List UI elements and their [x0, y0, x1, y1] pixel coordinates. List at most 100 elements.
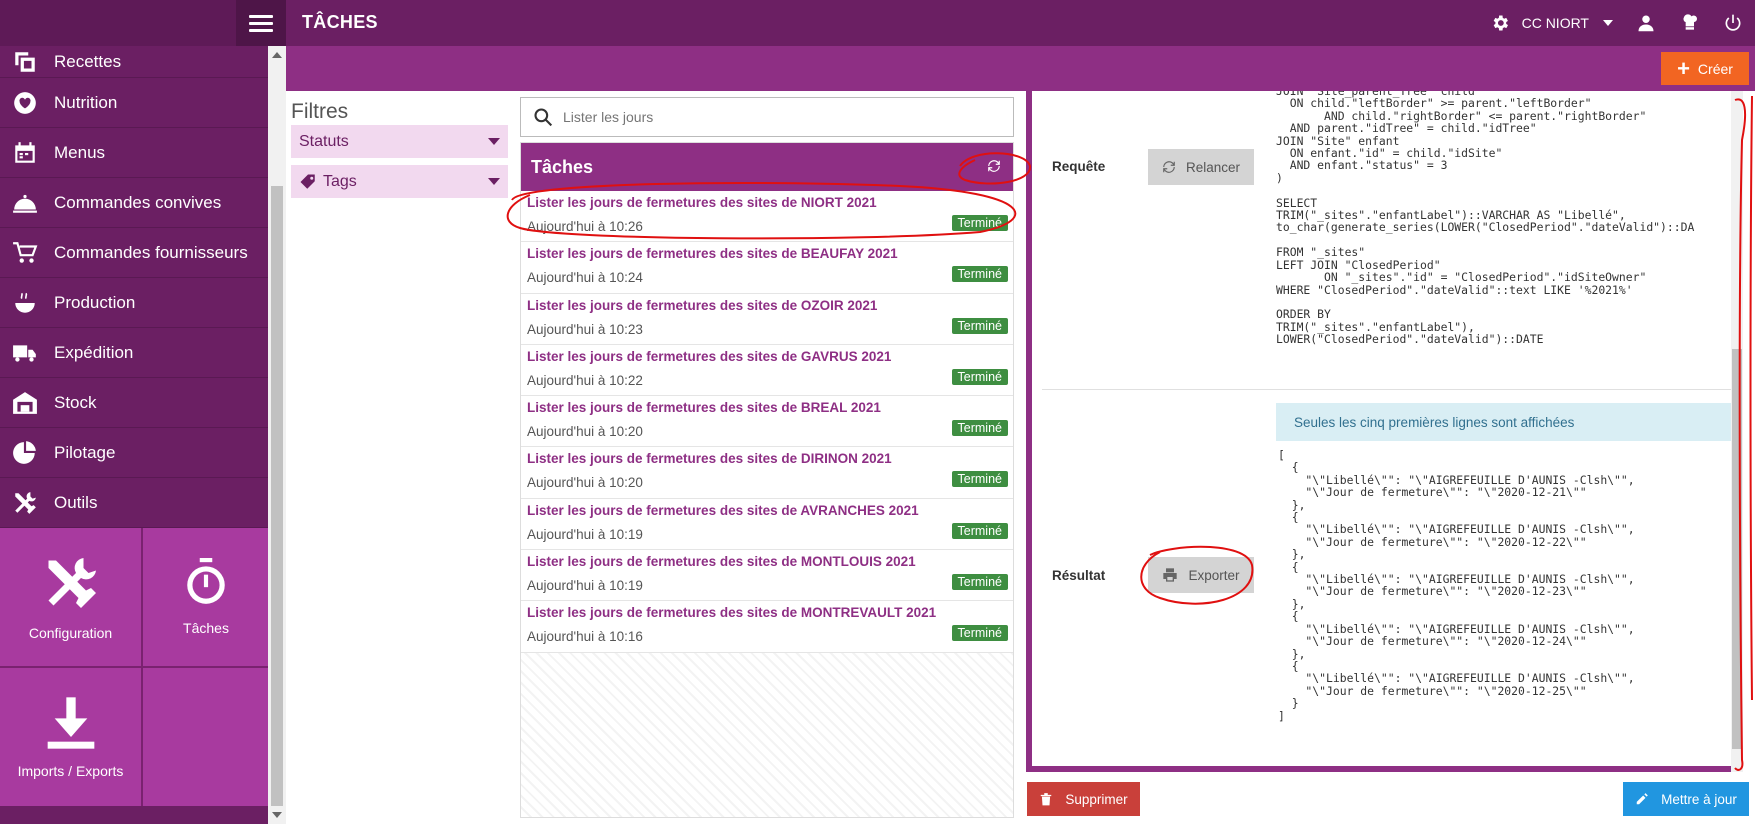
- task-time: Aujourd'hui à 10:24: [527, 270, 643, 286]
- scrollbar-thumb[interactable]: [1732, 349, 1742, 749]
- refresh-button[interactable]: [987, 157, 1001, 178]
- plus-icon: +: [1677, 55, 1690, 81]
- status-filter-select[interactable]: Statuts: [291, 125, 508, 158]
- tasks-header-label: Tâches: [531, 156, 594, 177]
- sidebar-item-menus[interactable]: Menus: [0, 128, 268, 178]
- logout-button[interactable]: [1711, 13, 1755, 33]
- tools-icon: [10, 488, 40, 518]
- result-label: Résultat: [1052, 568, 1106, 583]
- sidebar-item-label: Menus: [54, 142, 106, 162]
- task-row[interactable]: Lister les jours de fermetures des sites…: [521, 447, 1013, 499]
- sidebar-scrollbar[interactable]: [268, 46, 286, 824]
- hamburger-menu-button[interactable]: [236, 0, 286, 46]
- filters-panel: Filtres Statuts Tags: [291, 100, 508, 205]
- relaunch-button[interactable]: Relancer: [1148, 149, 1254, 185]
- task-title: Lister les jours de fermetures des sites…: [527, 502, 919, 518]
- task-row[interactable]: Lister les jours de fermetures des sites…: [521, 498, 1013, 551]
- scroll-up-icon[interactable]: [272, 52, 282, 58]
- task-time: Aujourd'hui à 10:19: [527, 578, 643, 594]
- task-title: Lister les jours de fermetures des sites…: [527, 297, 878, 313]
- status-badge: Terminé: [951, 522, 1008, 539]
- sidebar-item-label: Commandes convives: [54, 192, 222, 212]
- filters-title: Filtres: [291, 100, 349, 123]
- detail-scrollbar[interactable]: [1731, 91, 1743, 772]
- page-title: TÂCHES: [302, 12, 378, 32]
- sidebar-item-recettes[interactable]: Recettes: [0, 46, 268, 78]
- stopwatch-icon: [187, 558, 225, 604]
- tile-label: Tâches: [183, 620, 229, 636]
- tasks-header: Tâches: [521, 143, 1013, 191]
- nutrition-icon: [10, 88, 40, 118]
- search-input[interactable]: [563, 109, 983, 125]
- task-title: Lister les jours de fermetures des sites…: [527, 246, 898, 262]
- info-alert: Seules les cinq premières lignes sont af…: [1276, 403, 1732, 441]
- truck-icon: [10, 338, 40, 368]
- power-icon: [1725, 14, 1741, 31]
- top-right-controls: CC NIORT: [1478, 0, 1755, 46]
- status-badge: Terminé: [951, 317, 1008, 334]
- tile-imports-exports[interactable]: Imports / Exports: [0, 668, 141, 806]
- task-detail-panel: Requête Relancer JOIN "Site_parent_Tree"…: [1026, 91, 1741, 772]
- site-selector[interactable]: CC NIORT: [1522, 15, 1625, 31]
- sidebar-item-label: Outils: [54, 492, 98, 512]
- sidebar-item-expedition[interactable]: Expédition: [0, 328, 268, 378]
- quick-tiles: Configuration Tâches Imports / Exports: [0, 528, 268, 806]
- status-badge: Terminé: [951, 215, 1008, 231]
- user-button[interactable]: [1625, 14, 1667, 32]
- caret-down-icon: [1603, 20, 1613, 26]
- task-title: Lister les jours de fermetures des sites…: [527, 348, 892, 364]
- logo-area: [0, 0, 236, 46]
- cloche-icon: [10, 188, 40, 218]
- help-button[interactable]: [1667, 13, 1711, 33]
- search-box[interactable]: [520, 97, 1014, 137]
- tags-filter-label: Tags: [323, 172, 357, 190]
- tile-label: Imports / Exports: [17, 763, 124, 779]
- sidebar-item-nutrition[interactable]: Nutrition: [0, 78, 268, 128]
- action-toolbar: + Créer: [286, 46, 1755, 91]
- status-badge: Terminé: [951, 574, 1008, 591]
- tags-filter-select[interactable]: Tags: [291, 165, 508, 198]
- user-icon: [1638, 15, 1654, 32]
- cooking-pot-icon: [10, 288, 40, 318]
- update-button[interactable]: Mettre à jour: [1623, 782, 1749, 816]
- sql-query: JOIN "Site_parent_Tree" child ON child."…: [1276, 91, 1695, 347]
- create-button[interactable]: + Créer: [1661, 52, 1749, 85]
- scroll-down-icon[interactable]: [272, 812, 282, 818]
- site-selector-label: CC NIORT: [1521, 15, 1589, 31]
- task-row[interactable]: Lister les jours de fermetures des sites…: [521, 396, 1013, 448]
- task-title: Lister les jours de fermetures des sites…: [527, 400, 881, 416]
- task-row[interactable]: Lister les jours de fermetures des sites…: [521, 601, 1013, 653]
- warehouse-icon: [10, 388, 40, 418]
- scrollbar-thumb[interactable]: [271, 186, 283, 806]
- sidebar-item-production[interactable]: Production: [0, 278, 268, 328]
- status-badge: Terminé: [951, 471, 1008, 488]
- task-row[interactable]: Lister les jours de fermetures des sites…: [521, 550, 1013, 602]
- task-time: Aujourd'hui à 10:23: [527, 321, 643, 337]
- tile-empty: [143, 668, 268, 806]
- trash-icon: [1041, 793, 1052, 806]
- sidebar-item-pilotage[interactable]: Pilotage: [0, 428, 268, 478]
- sidebar-item-outils[interactable]: Outils: [0, 478, 268, 528]
- task-row[interactable]: Lister les jours de fermetures des sites…: [521, 242, 1013, 294]
- settings-button[interactable]: [1478, 13, 1522, 33]
- sidebar-item-commandes-convives[interactable]: Commandes convives: [0, 178, 268, 228]
- export-label: Exporter: [1188, 567, 1240, 583]
- task-title: Lister les jours de fermetures des sites…: [527, 605, 937, 621]
- tile-taches[interactable]: Tâches: [143, 528, 268, 666]
- pie-chart-icon: [10, 438, 40, 468]
- export-button[interactable]: Exporter: [1148, 557, 1254, 593]
- sidebar-item-commandes-fournisseurs[interactable]: Commandes fournisseurs: [0, 228, 268, 278]
- tile-configuration[interactable]: Configuration: [0, 528, 141, 666]
- sidebar-item-label: Nutrition: [54, 92, 118, 112]
- task-row[interactable]: Lister les jours de fermetures des sites…: [521, 344, 1013, 397]
- sidebar-item-stock[interactable]: Stock: [0, 378, 268, 428]
- top-bar: TÂCHES CC NIORT: [0, 0, 1755, 46]
- tools-icon: [48, 558, 96, 608]
- sidebar-item-label: Recettes: [54, 51, 122, 71]
- chef-icon: [1683, 14, 1698, 30]
- task-row[interactable]: Lister les jours de fermetures des sites…: [521, 293, 1013, 345]
- task-row[interactable]: Lister les jours de fermetures des sites…: [521, 191, 1013, 243]
- gear-icon: [1493, 15, 1508, 31]
- task-time: Aujourd'hui à 10:22: [527, 372, 643, 388]
- delete-button[interactable]: Supprimer: [1027, 782, 1140, 816]
